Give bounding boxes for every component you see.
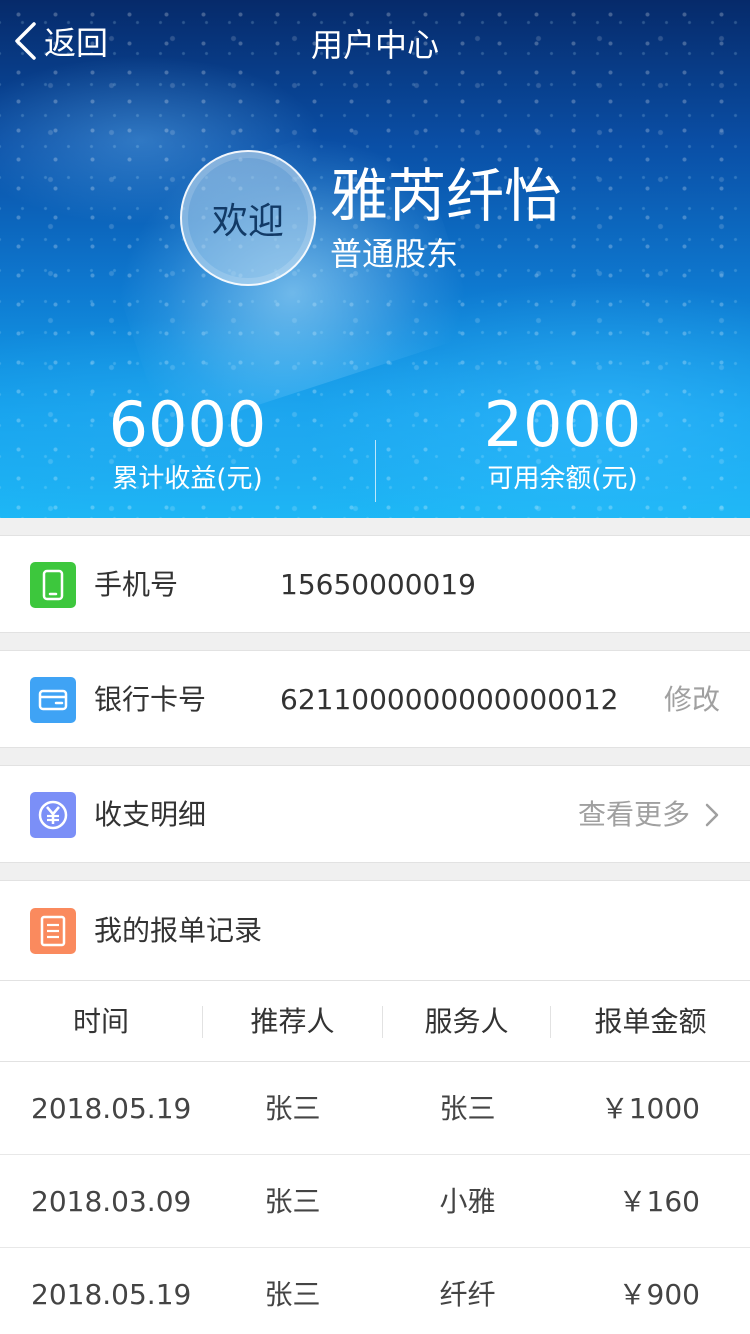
page-title: 用户中心 [310,26,439,64]
available-balance-stat: 2000 可用余额(元) [375,388,750,496]
column-header-referrer: 推荐人 [250,1005,335,1038]
profile-header: 返回 用户中心 欢迎 雅芮纤怡 普通股东 6000 累计收益(元) 2000 可… [0,0,750,518]
phone-icon [30,562,76,608]
top-bar: 返回 用户中心 [0,0,750,84]
table-row[interactable]: 2018.03.09 张三 小雅 ￥160 [0,1156,750,1248]
row-amount: ￥900 [618,1278,700,1311]
user-name: 雅芮纤怡 [330,162,563,230]
available-balance-value: 2000 [483,388,642,461]
view-more-button[interactable]: 查看更多 [578,766,720,864]
income-expense-label: 收支明细 [94,798,207,831]
income-expense-row[interactable]: 收支明细 查看更多 [0,765,750,863]
phone-row: 手机号 15650000019 [0,535,750,633]
order-records-section: 我的报单记录 时间 推荐人 服务人 报单金额 2018.05.19 张三 张三 … [0,880,750,1334]
row-server: 小雅 [439,1185,496,1218]
total-income-label: 累计收益(元) [112,464,263,494]
column-header-server: 服务人 [424,1005,509,1038]
user-role: 普通股东 [330,235,459,273]
total-income-value: 6000 [108,388,267,461]
total-income-stat: 6000 累计收益(元) [0,388,375,496]
column-header-time: 时间 [72,1005,129,1038]
row-server: 纤纤 [439,1278,496,1311]
column-header-amount: 报单金额 [594,1005,707,1038]
table-header: 时间 推荐人 服务人 报单金额 [0,982,750,1062]
order-records-header: 我的报单记录 [0,881,750,981]
row-referrer: 张三 [264,1278,321,1311]
yuan-icon [30,792,76,838]
edit-label: 修改 [663,683,720,716]
row-server: 张三 [439,1092,496,1125]
card-icon [30,677,76,723]
bank-card-row: 银行卡号 6211000000000000012 修改 [0,650,750,748]
document-icon [30,908,76,954]
row-amount: ￥1000 [600,1092,700,1125]
chevron-right-icon [705,803,719,827]
avatar-text: 欢迎 [211,201,284,242]
table-row[interactable]: 2018.05.19 张三 纤纤 ￥900 [0,1249,750,1334]
view-more-label: 查看更多 [577,798,690,831]
row-date: 2018.05.19 [31,1092,192,1125]
avatar[interactable]: 欢迎 [180,150,316,286]
row-referrer: 张三 [264,1185,321,1218]
row-amount: ￥160 [618,1185,700,1218]
bank-card-label: 银行卡号 [94,683,207,716]
available-balance-label: 可用余额(元) [487,464,638,494]
order-records-title: 我的报单记录 [94,914,263,947]
bank-card-value: 6211000000000000012 [280,683,619,716]
row-referrer: 张三 [264,1092,321,1125]
phone-value: 15650000019 [280,568,476,601]
edit-bank-card-button[interactable]: 修改 [664,651,720,749]
phone-label: 手机号 [94,568,179,601]
row-date: 2018.03.09 [31,1185,192,1218]
table-row[interactable]: 2018.05.19 张三 张三 ￥1000 [0,1063,750,1155]
row-date: 2018.05.19 [31,1278,192,1311]
